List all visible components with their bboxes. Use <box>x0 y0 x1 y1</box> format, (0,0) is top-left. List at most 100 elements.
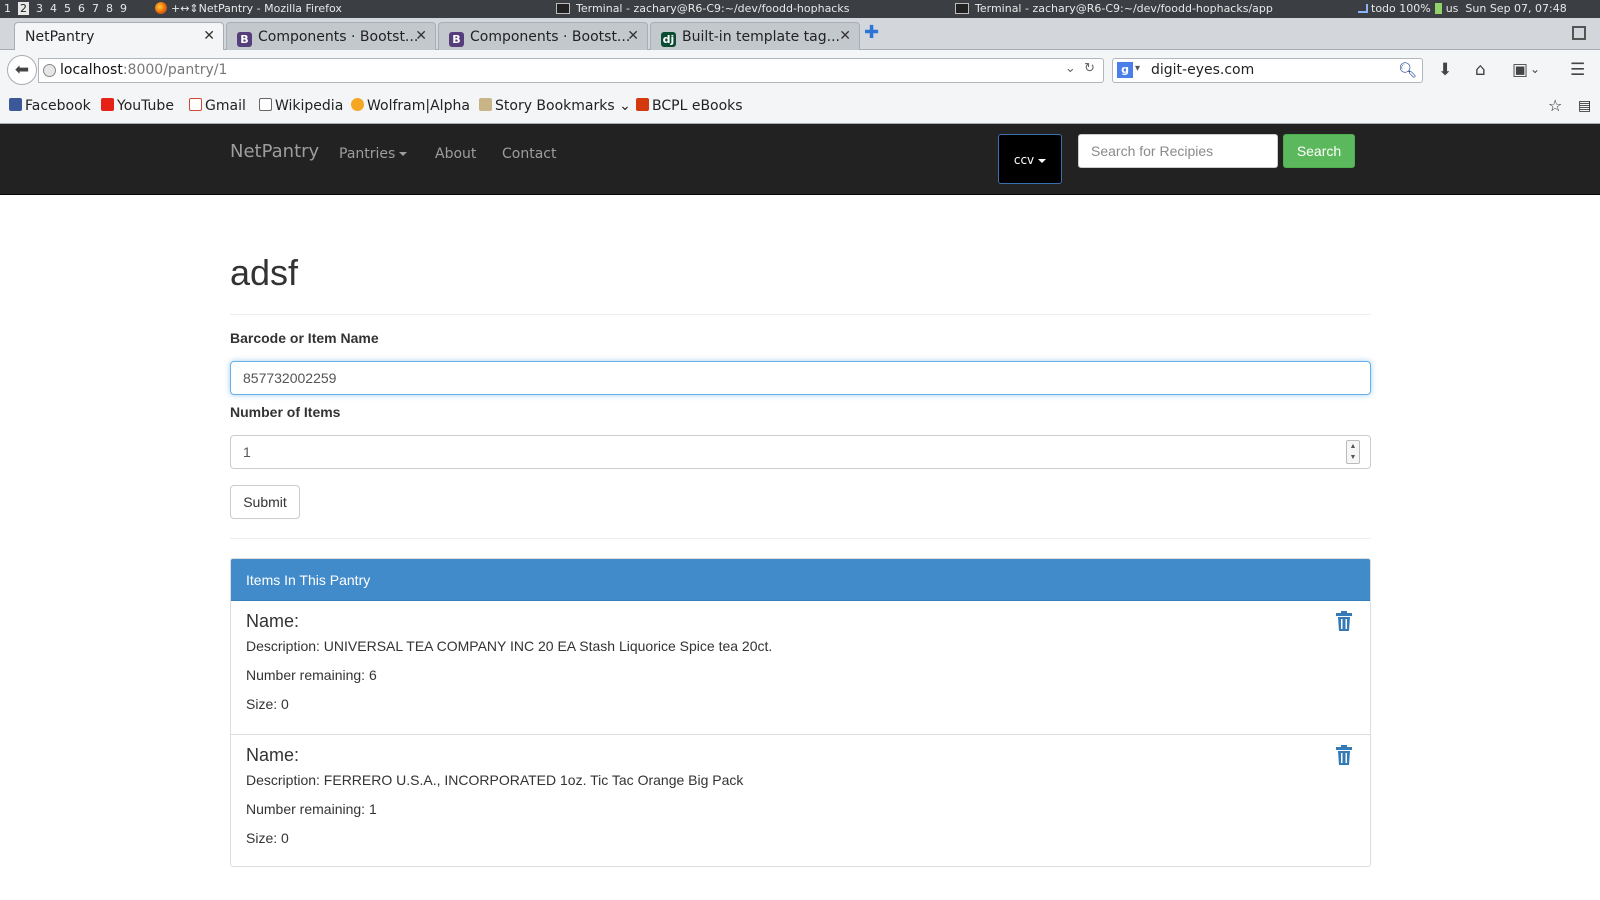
tab-bootstrap-components-1[interactable]: B Components · Bootst... ✕ <box>226 22 436 50</box>
terminal-icon <box>556 3 570 14</box>
gmail-icon <box>189 98 202 111</box>
bookmark-label: Facebook <box>25 98 91 114</box>
quantity-spinner[interactable]: ▲ ▼ <box>1346 440 1360 464</box>
taskbar-terminal-2[interactable]: Terminal - zachary@R6-C9:~/dev/foodd-hop… <box>955 2 1273 15</box>
divider <box>230 538 1371 539</box>
back-button[interactable]: ⬅ <box>7 55 37 85</box>
panel-heading: Items In This Pantry <box>231 559 1370 601</box>
workspace-5[interactable]: 5 <box>64 2 71 15</box>
workspace-3[interactable]: 3 <box>36 2 43 15</box>
quantity-stepper[interactable] <box>230 435 1371 469</box>
user-dropdown-button[interactable]: ccv <box>998 134 1062 184</box>
bookmark-label: Story Bookmarks <box>495 98 615 114</box>
wifi-signal-icon <box>1358 4 1368 13</box>
tab-label: Components · Bootst... <box>258 29 419 45</box>
bookmark-bcpl-ebooks[interactable]: BCPL eBooks <box>636 98 743 114</box>
search-icon[interactable]: 🔍︎ <box>1398 61 1417 79</box>
recipe-search-input[interactable] <box>1078 134 1278 168</box>
close-tab-icon[interactable]: ✕ <box>415 28 427 44</box>
close-tab-icon[interactable]: ✕ <box>203 28 215 44</box>
url-bar[interactable]: localhost:8000/pantry/1 ⌄ ↻ <box>38 58 1104 83</box>
workspace-6[interactable]: 6 <box>78 2 85 15</box>
bookmark-wikipedia[interactable]: Wikipedia <box>259 98 343 114</box>
item-description: Description: UNIVERSAL TEA COMPANY INC 2… <box>246 638 773 654</box>
reading-list-icon[interactable]: ▤ <box>1578 98 1591 114</box>
bookmark-youtube[interactable]: YouTube <box>101 98 174 114</box>
site-brand[interactable]: NetPantry <box>230 141 319 162</box>
nav-about[interactable]: About <box>435 146 476 162</box>
facebook-icon <box>9 98 22 111</box>
home-icon[interactable]: ⌂ <box>1475 60 1486 80</box>
downloads-icon[interactable]: ⬇ <box>1438 60 1452 80</box>
pantry-items-panel: Items In This Pantry Name: Description: … <box>230 558 1371 867</box>
nav-contact[interactable]: Contact <box>502 146 556 162</box>
active-window-title[interactable]: +↔⇕NetPantry - Mozilla Firefox <box>155 2 342 15</box>
workspace-9[interactable]: 9 <box>120 2 127 15</box>
system-tray: todo 100% us Sun Sep 07, 07:48 <box>1358 2 1567 15</box>
trash-icon[interactable] <box>1336 611 1352 631</box>
tab-label: Components · Bootst... <box>470 29 631 45</box>
page-title: adsf <box>230 252 299 293</box>
web-page: NetPantry Pantries About Contact ccv Sea… <box>0 124 1600 900</box>
bookmark-label: Wikipedia <box>275 98 344 114</box>
bookmarks-toolbar: Facebook YouTube Gmail Wikipedia Wolfram… <box>0 90 1600 124</box>
reload-icon[interactable]: ↻ <box>1084 61 1095 76</box>
item-size: Size: 0 <box>246 830 289 846</box>
tab-django-template-tags[interactable]: dj Built-in template tag... ✕ <box>650 22 860 50</box>
tab-bootstrap-components-2[interactable]: B Components · Bootst... ✕ <box>438 22 648 50</box>
youtube-icon <box>101 98 114 111</box>
bootstrap-favicon-icon: B <box>237 32 252 47</box>
recipe-search-button[interactable]: Search <box>1283 134 1355 168</box>
new-tab-plus-icon[interactable]: ✚ <box>864 22 879 43</box>
workspace-1[interactable]: 1 <box>4 2 11 15</box>
django-favicon-icon: dj <box>661 32 676 47</box>
url-history-dropdown-icon[interactable]: ⌄ <box>1065 61 1076 76</box>
todo-status: todo 100% <box>1371 2 1431 15</box>
taskbar-terminal-1[interactable]: Terminal - zachary@R6-C9:~/dev/foodd-hop… <box>556 2 849 15</box>
item-remaining: Number remaining: 6 <box>246 667 377 683</box>
terminal-2-title: Terminal - zachary@R6-C9:~/dev/foodd-hop… <box>975 2 1273 15</box>
browser-tab-strip: NetPantry ✕ B Components · Bootst... ✕ BC… <box>0 18 1600 51</box>
tab-groups-icon[interactable] <box>1572 26 1586 40</box>
trash-icon[interactable] <box>1336 745 1352 765</box>
barcode-input[interactable] <box>230 361 1371 395</box>
pocket-dropdown-icon[interactable]: ⌄ <box>1530 62 1540 76</box>
close-tab-icon[interactable]: ✕ <box>627 28 639 44</box>
bookmark-folder-story[interactable]: Story Bookmarks ⌄ <box>479 98 631 114</box>
google-search-engine-icon[interactable]: g <box>1117 62 1133 78</box>
item-remaining: Number remaining: 1 <box>246 801 377 817</box>
browser-search-value: digit-eyes.com <box>1151 62 1255 78</box>
quantity-label: Number of Items <box>230 404 341 420</box>
site-identity-icon[interactable] <box>43 64 56 77</box>
workspace-2[interactable]: 2 <box>18 2 29 15</box>
tab-netpantry[interactable]: NetPantry ✕ <box>14 22 224 51</box>
pocket-icon[interactable]: ▣ <box>1512 60 1528 80</box>
bookmark-star-icon[interactable]: ☆ <box>1548 96 1562 115</box>
spin-up-icon[interactable]: ▲ <box>1347 441 1359 452</box>
menu-hamburger-icon[interactable]: ☰ <box>1570 60 1585 80</box>
clock: Sun Sep 07, 07:48 <box>1465 2 1567 15</box>
terminal-icon <box>955 3 969 14</box>
bookmark-label: Wolfram|Alpha <box>367 98 470 114</box>
bookmark-label: BCPL eBooks <box>652 98 743 114</box>
bookmark-wolframalpha[interactable]: Wolfram|Alpha <box>351 98 470 114</box>
url-host: localhost <box>60 62 123 78</box>
spin-down-icon[interactable]: ▼ <box>1347 452 1359 463</box>
workspace-8[interactable]: 8 <box>106 2 113 15</box>
site-navbar: NetPantry Pantries About Contact ccv Sea… <box>0 124 1600 195</box>
system-bar: 123456789 +↔⇕NetPantry - Mozilla Firefox… <box>0 0 1600 18</box>
workspace-switcher[interactable]: 123456789 <box>4 2 134 15</box>
browser-search-box[interactable]: g ▾ digit-eyes.com 🔍︎ <box>1112 58 1423 83</box>
item-description: Description: FERRERO U.S.A., INCORPORATE… <box>246 772 744 788</box>
nav-pantries-dropdown[interactable]: Pantries <box>339 146 408 162</box>
workspace-7[interactable]: 7 <box>92 2 99 15</box>
bookmark-facebook[interactable]: Facebook <box>9 98 91 114</box>
close-tab-icon[interactable]: ✕ <box>839 28 851 44</box>
bookmark-gmail[interactable]: Gmail <box>189 98 246 114</box>
item-size: Size: 0 <box>246 696 289 712</box>
caret-down-icon <box>1038 158 1047 163</box>
submit-button[interactable]: Submit <box>230 485 300 519</box>
back-arrow-icon: ⬅ <box>14 60 30 80</box>
workspace-4[interactable]: 4 <box>50 2 57 15</box>
search-engine-dropdown-icon[interactable]: ▾ <box>1135 63 1140 74</box>
